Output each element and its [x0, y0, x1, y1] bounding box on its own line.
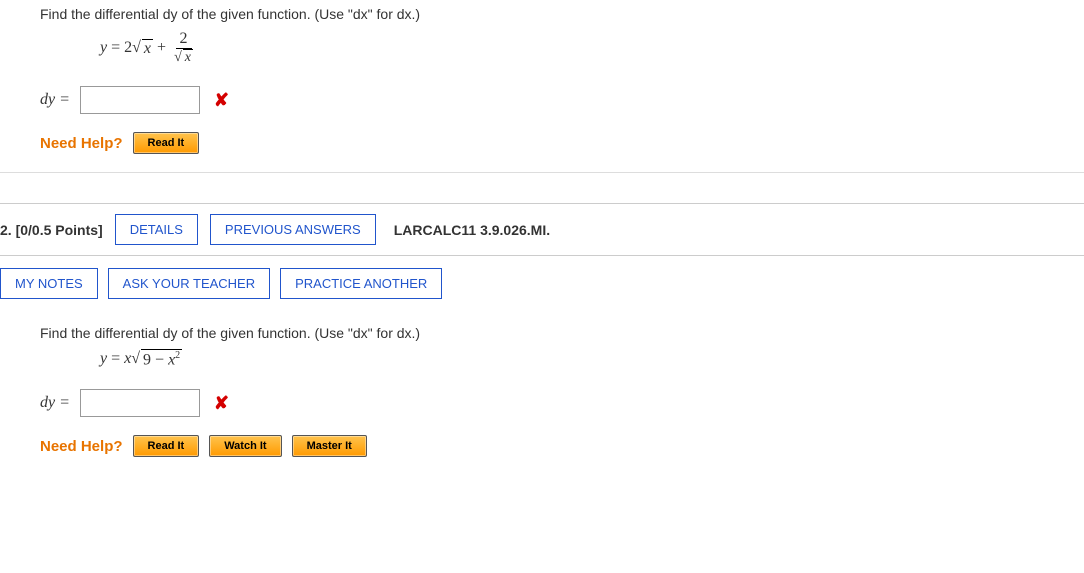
q1-dy-label: dy =: [40, 91, 70, 109]
q2-answer-input[interactable]: [80, 389, 200, 417]
read-it-button[interactable]: Read It: [133, 435, 200, 457]
read-it-button[interactable]: Read It: [133, 132, 200, 154]
ask-teacher-button[interactable]: ASK YOUR TEACHER: [108, 268, 270, 299]
wrong-icon: ✘: [214, 90, 229, 111]
q1-prompt: Find the differential dy of the given fu…: [40, 6, 1084, 22]
q1-answer-row: dy = ✘: [40, 86, 1084, 114]
watch-it-button[interactable]: Watch It: [209, 435, 281, 457]
wrong-icon: ✘: [214, 393, 229, 414]
q2-equation: y = x√9 − x2: [100, 349, 1084, 369]
source-id: LARCALC11 3.9.026.MI.: [394, 222, 550, 238]
q1-answer-input[interactable]: [80, 86, 200, 114]
q2-points: 2. [0/0.5 Points]: [0, 222, 103, 238]
q2-prompt: Find the differential dy of the given fu…: [40, 325, 1084, 341]
q1-help-row: Need Help? Read It: [40, 132, 1084, 154]
q1-equation: y = 2√x + 2 √x: [100, 30, 1084, 66]
question-1-body: Find the differential dy of the given fu…: [0, 0, 1084, 173]
question-2-body: Find the differential dy of the given fu…: [0, 319, 1084, 475]
q2-dy-label: dy =: [40, 394, 70, 412]
need-help-label: Need Help?: [40, 438, 123, 455]
question-2-header: 2. [0/0.5 Points] DETAILS PREVIOUS ANSWE…: [0, 203, 1084, 256]
q2-answer-row: dy = ✘: [40, 389, 1084, 417]
previous-answers-button[interactable]: PREVIOUS ANSWERS: [210, 214, 376, 245]
master-it-button[interactable]: Master It: [292, 435, 367, 457]
details-button[interactable]: DETAILS: [115, 214, 198, 245]
my-notes-button[interactable]: MY NOTES: [0, 268, 98, 299]
need-help-label: Need Help?: [40, 135, 123, 152]
q2-help-row: Need Help? Read It Watch It Master It: [40, 435, 1084, 457]
practice-another-button[interactable]: PRACTICE ANOTHER: [280, 268, 442, 299]
question-2-subheader: MY NOTES ASK YOUR TEACHER PRACTICE ANOTH…: [0, 268, 1084, 299]
